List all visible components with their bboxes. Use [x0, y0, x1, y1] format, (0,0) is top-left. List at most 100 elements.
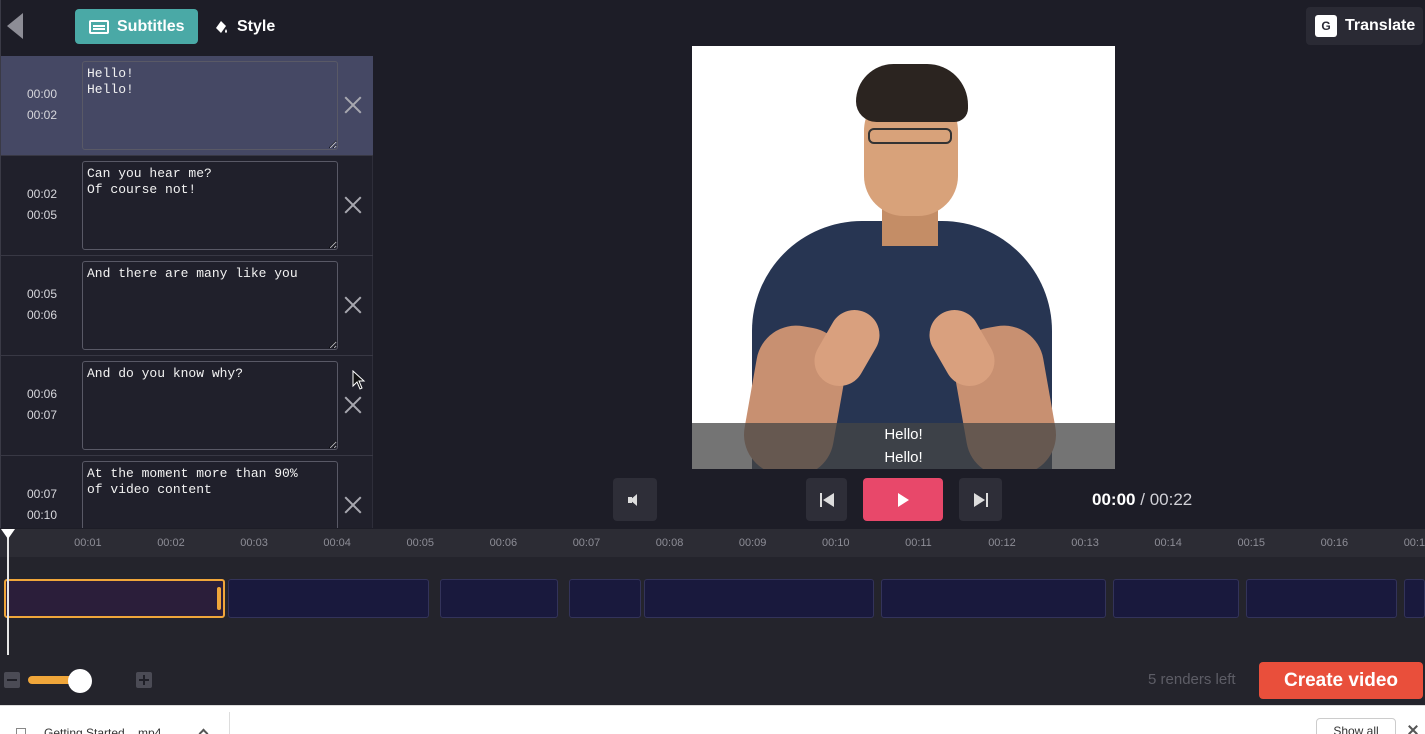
duration: 00:22 [1149, 490, 1193, 509]
tab-style[interactable]: Style [213, 9, 275, 44]
timeline-ruler[interactable]: 00:01 00:02 00:03 00:04 00:05 00:06 00:07 00:08… [0, 529, 1425, 557]
subtitle-clip[interactable] [1404, 579, 1425, 618]
subtitle-clip[interactable] [569, 579, 641, 618]
subtitle-times: 00:02 00:05 [1, 184, 83, 226]
timeline-tick-label: 00:09 [738, 537, 767, 549]
subtitle-row[interactable]: 00:00 00:02 [1, 56, 373, 156]
skip-previous-icon [819, 492, 834, 507]
timeline-tick-label: 00:13 [1071, 537, 1099, 549]
renders-left-text: 5 renders left [1148, 671, 1236, 688]
file-icon [16, 728, 26, 734]
tab-style-label: Style [237, 17, 276, 35]
play-icon [897, 492, 909, 507]
tab-subtitles-label: Subtitles [117, 17, 185, 35]
subtitle-row[interactable]: 00:05 00:06 [1, 256, 373, 356]
translate-label: Translate [1345, 17, 1416, 34]
subtitle-start-time[interactable]: 00:05 [1, 284, 83, 305]
subtitle-times: 00:07 00:10 [1, 484, 83, 526]
close-icon[interactable] [1407, 724, 1419, 734]
subtitle-editor-app: Subtitles Style 00:0000:0200:0200:0500:0… [0, 0, 1425, 734]
subtitle-text-field[interactable] [82, 61, 338, 150]
translate-icon: G [1315, 15, 1337, 37]
subtitle-text-field[interactable] [82, 261, 338, 350]
subtitle-start-time[interactable]: 00:02 [1, 184, 83, 205]
timeline-tick-label: 00:14 [1154, 537, 1182, 549]
subtitles-icon [89, 19, 109, 34]
video-frame-detail [856, 64, 968, 122]
current-time: 00:00 [1092, 490, 1136, 509]
back-arrow-icon[interactable] [7, 13, 23, 39]
subtitle-start-time[interactable]: 00:00 [1, 84, 83, 105]
subtitle-clip[interactable] [1113, 579, 1240, 618]
caption-line-2: Hello! [884, 449, 923, 466]
timeline-tick-label: 00:07 [572, 537, 601, 549]
subtitle-times: 00:05 00:06 [1, 284, 83, 326]
next-subtitle-button[interactable] [959, 478, 1002, 521]
zoom-out-button[interactable] [4, 672, 20, 688]
timeline-tick-label: 00:16 [1320, 537, 1349, 549]
timeline-tick-label: 00:06 [489, 537, 518, 549]
subtitle-clip[interactable] [4, 579, 226, 618]
panel-tabs: Subtitles Style [1, 0, 373, 56]
subtitle-times: 00:00 00:02 [1, 84, 83, 126]
subtitle-clip[interactable] [440, 579, 558, 618]
playhead[interactable] [1, 529, 15, 655]
timeline-tick-label: 00:08 [655, 537, 684, 549]
zoom-in-button[interactable] [136, 672, 152, 688]
caption-line-1: Hello! [884, 426, 923, 443]
subtitle-clip[interactable] [1246, 579, 1398, 618]
subtitle-end-time[interactable]: 00:06 [1, 305, 83, 326]
timeline-tick-label: 00:05 [406, 537, 435, 549]
tab-subtitles[interactable]: Subtitles [75, 9, 198, 44]
delete-subtitle-icon[interactable] [344, 496, 362, 514]
subtitle-clip[interactable] [643, 579, 874, 618]
subtitle-clip[interactable] [880, 579, 1107, 618]
paint-bucket-icon [216, 20, 227, 33]
previous-subtitle-button[interactable] [806, 478, 847, 521]
subtitle-text-field[interactable] [82, 161, 338, 250]
play-button[interactable] [863, 478, 943, 521]
download-bar: Getting Started....mp4 Show all [0, 705, 1425, 734]
speaker-icon [628, 493, 642, 506]
timeline-tick-label: 00:02 [157, 537, 185, 549]
subtitle-row[interactable]: 00:02 00:05 [1, 156, 373, 256]
subtitle-end-time[interactable]: 00:07 [1, 405, 83, 426]
timeline-tick-label: 00:10 [822, 537, 850, 549]
create-video-button[interactable]: Create video [1259, 662, 1423, 699]
subtitle-end-time[interactable]: 00:05 [1, 205, 83, 226]
skip-next-icon [973, 492, 988, 507]
timeline-tick-label: 00:12 [988, 537, 1016, 549]
subtitle-start-time[interactable]: 00:07 [1, 484, 83, 505]
zoom-slider-handle[interactable] [67, 669, 92, 693]
caption-overlay: Hello! Hello! [692, 423, 1115, 469]
subtitle-panel: Subtitles Style 00:0000:0200:0200:0500:0… [0, 0, 373, 528]
translate-button[interactable]: G Translate [1306, 7, 1423, 45]
timeline-tick-label: 00:01 [74, 537, 102, 549]
delete-subtitle-icon[interactable] [344, 396, 362, 414]
delete-subtitle-icon[interactable] [344, 196, 362, 214]
divider [229, 712, 230, 734]
timeline-tick-label: 00:11 [905, 537, 932, 549]
volume-button[interactable] [613, 478, 657, 521]
subtitle-end-time[interactable]: 00:02 [1, 105, 83, 126]
show-all-button[interactable]: Show all [1316, 718, 1396, 734]
chevron-up-icon[interactable] [198, 728, 209, 734]
delete-subtitle-icon[interactable] [344, 96, 362, 114]
timeline-tick-label: 00:15 [1237, 537, 1266, 549]
video-preview[interactable]: Hello! Hello! [692, 46, 1115, 469]
delete-subtitle-icon[interactable] [344, 296, 362, 314]
timeline-tick-label: 00:03 [240, 537, 268, 549]
subtitle-row[interactable]: 00:07 00:10 [1, 456, 373, 528]
timeline-tick-label: 00:17 [1403, 537, 1425, 549]
subtitle-end-time[interactable]: 00:10 [1, 505, 83, 526]
subtitle-start-time[interactable]: 00:06 [1, 384, 83, 405]
subtitle-times: 00:06 00:07 [1, 384, 83, 426]
video-frame-detail [868, 128, 952, 144]
time-separator: / [1140, 490, 1145, 509]
subtitle-clip[interactable] [228, 579, 429, 618]
download-file-name[interactable]: Getting Started....mp4 [44, 726, 161, 734]
timeline-tick-label: 00:04 [323, 537, 351, 549]
subtitle-row[interactable]: 00:06 00:07 [1, 356, 373, 456]
subtitle-text-field[interactable] [82, 361, 338, 450]
subtitle-text-field[interactable] [82, 461, 338, 528]
